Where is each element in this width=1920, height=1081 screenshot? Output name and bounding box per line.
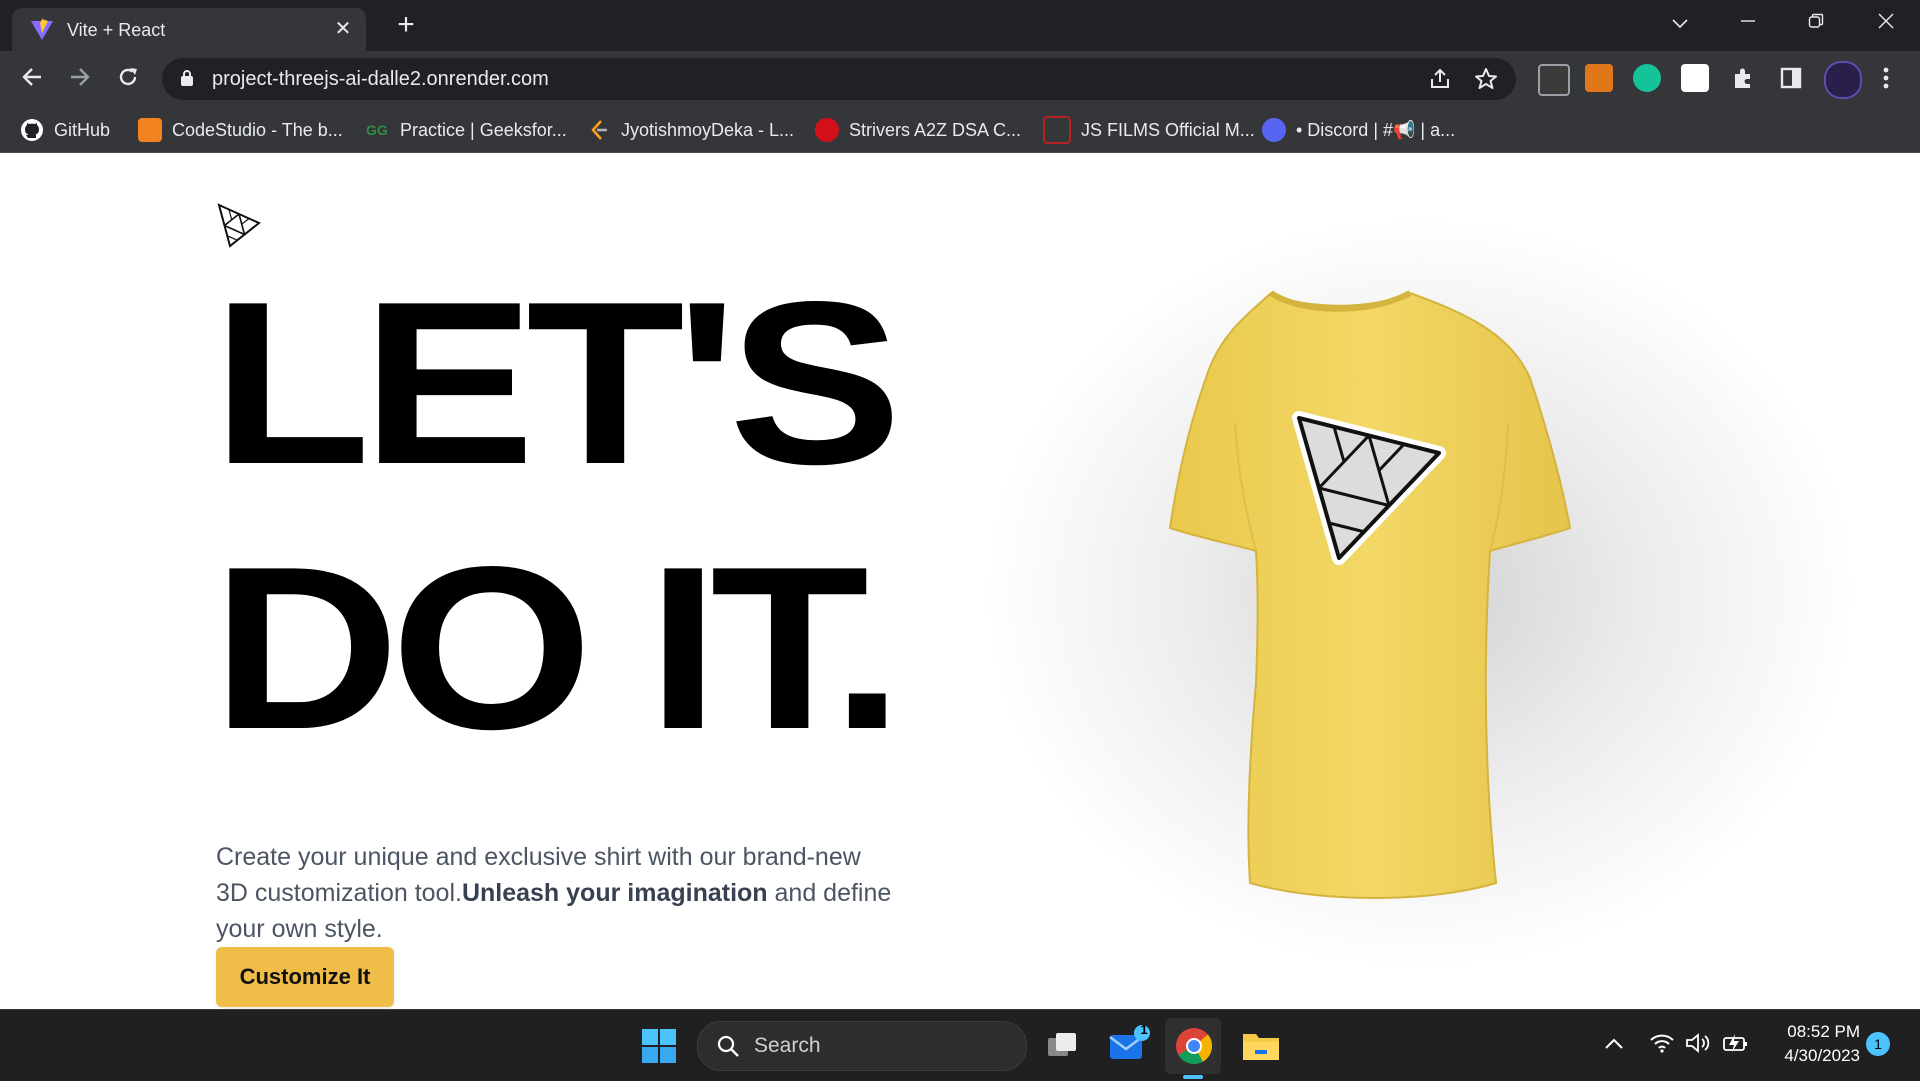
- browser-toolbar: project-threejs-ai-dalle2.onrender.com: [0, 51, 1920, 108]
- bookmark-label: JS FILMS Official M...: [1081, 119, 1255, 140]
- chrome-icon[interactable]: [1172, 1024, 1216, 1068]
- browser-tab[interactable]: Vite + React ✕: [12, 8, 366, 51]
- menu-dots-icon[interactable]: [1872, 64, 1900, 92]
- extension-screen-icon[interactable]: [1538, 64, 1570, 96]
- address-bar[interactable]: project-threejs-ai-dalle2.onrender.com: [162, 58, 1516, 100]
- bookmark-leetcode[interactable]: JyotishmoyDeka - L...: [587, 108, 794, 152]
- bookmark-star-icon[interactable]: [1474, 67, 1498, 91]
- svg-text:GG: GG: [366, 122, 388, 138]
- bookmark-jsfilms[interactable]: JS FILMS Official M...: [1043, 108, 1255, 152]
- tab-search-icon[interactable]: [1656, 6, 1704, 40]
- search-icon: [717, 1035, 739, 1057]
- bookmark-label: Strivers A2Z DSA C...: [849, 119, 1022, 140]
- notification-badge[interactable]: 1: [1866, 1032, 1890, 1056]
- search-placeholder: Search: [754, 1034, 821, 1057]
- bookmark-strivers[interactable]: Strivers A2Z DSA C...: [815, 108, 1021, 152]
- mail-badge: 1: [1140, 1022, 1148, 1037]
- headline-line-1: LET'S: [212, 254, 902, 513]
- headline-line-2: DO IT.: [212, 519, 903, 778]
- windows-start-icon[interactable]: [637, 1024, 681, 1068]
- bookmark-label: GitHub: [54, 119, 111, 140]
- description: Create your unique and exclusive shirt w…: [216, 839, 896, 947]
- back-icon[interactable]: [14, 61, 50, 97]
- bookmark-github[interactable]: GitHub: [20, 108, 110, 152]
- battery-icon[interactable]: [1722, 1032, 1750, 1054]
- bookmark-codestudio[interactable]: CodeStudio - The b...: [138, 108, 343, 152]
- web-page: LET'S DO IT. Create your unique and excl…: [0, 153, 1920, 1009]
- bookmark-label: JyotishmoyDeka - L...: [621, 119, 795, 140]
- clock-date: 4/30/2023: [1784, 1046, 1860, 1065]
- taskbar-search[interactable]: Search: [697, 1021, 1027, 1071]
- close-tab-icon[interactable]: ✕: [330, 16, 356, 42]
- volume-icon[interactable]: [1685, 1032, 1713, 1054]
- side-panel-icon[interactable]: [1777, 64, 1805, 92]
- discord-icon: [1262, 118, 1286, 142]
- wifi-icon[interactable]: [1649, 1032, 1675, 1054]
- task-view-icon[interactable]: [1040, 1024, 1084, 1068]
- tshirt-3d-model[interactable]: [1070, 283, 1620, 903]
- vite-icon: [31, 19, 53, 40]
- tuf-icon: [815, 118, 839, 142]
- url-text[interactable]: project-threejs-ai-dalle2.onrender.com: [212, 68, 549, 91]
- bookmark-label: CodeStudio - The b...: [172, 119, 343, 140]
- omega-extension-icon[interactable]: [1681, 64, 1709, 92]
- share-icon[interactable]: [1428, 67, 1452, 91]
- profile-avatar[interactable]: [1824, 61, 1862, 99]
- new-tab-button[interactable]: +: [390, 10, 422, 42]
- clock-time: 08:52 PM: [1787, 1022, 1860, 1041]
- clock[interactable]: 08:52 PM 4/30/2023: [1760, 1020, 1860, 1068]
- bookmark-discord[interactable]: • Discord | #📢 | a...: [1262, 108, 1455, 152]
- bookmark-label: Practice | Geeksfor...: [400, 119, 567, 140]
- grammarly-icon[interactable]: [1633, 64, 1661, 92]
- jsfilms-icon: [1043, 116, 1071, 144]
- title-bar: Vite + React ✕ +: [0, 0, 1920, 51]
- description-bold: Unleash your imagination: [461, 879, 768, 907]
- customize-button[interactable]: Customize It: [216, 947, 394, 1007]
- taskbar: Search 1 08:52 PM 4/30/2023 1: [0, 1009, 1920, 1081]
- close-window-icon[interactable]: [1862, 6, 1910, 40]
- extensions-puzzle-icon[interactable]: [1729, 64, 1757, 92]
- active-app-indicator: [1183, 1075, 1203, 1079]
- metamask-icon[interactable]: [1585, 64, 1613, 92]
- minimize-icon[interactable]: [1724, 6, 1772, 40]
- bookmark-geeksforgeeks[interactable]: GG Practice | Geeksfor...: [366, 108, 567, 152]
- bookmark-label: • Discord | #📢 | a...: [1296, 119, 1456, 140]
- reload-icon[interactable]: [110, 61, 146, 97]
- codestudio-icon: [138, 118, 162, 142]
- geeksforgeeks-icon: GG: [366, 122, 388, 138]
- lock-icon: [181, 70, 193, 86]
- restore-icon[interactable]: [1792, 6, 1840, 40]
- threejs-logo-icon[interactable]: [216, 203, 262, 249]
- github-icon: [21, 119, 43, 141]
- leetcode-icon: [591, 120, 607, 140]
- file-explorer-icon[interactable]: [1239, 1024, 1283, 1068]
- tab-title: Vite + React: [67, 20, 166, 40]
- bookmarks-bar: GitHub CodeStudio - The b... GG Practice…: [0, 108, 1920, 153]
- forward-icon[interactable]: [62, 61, 98, 97]
- tray-chevron-up-icon[interactable]: [1604, 1036, 1624, 1050]
